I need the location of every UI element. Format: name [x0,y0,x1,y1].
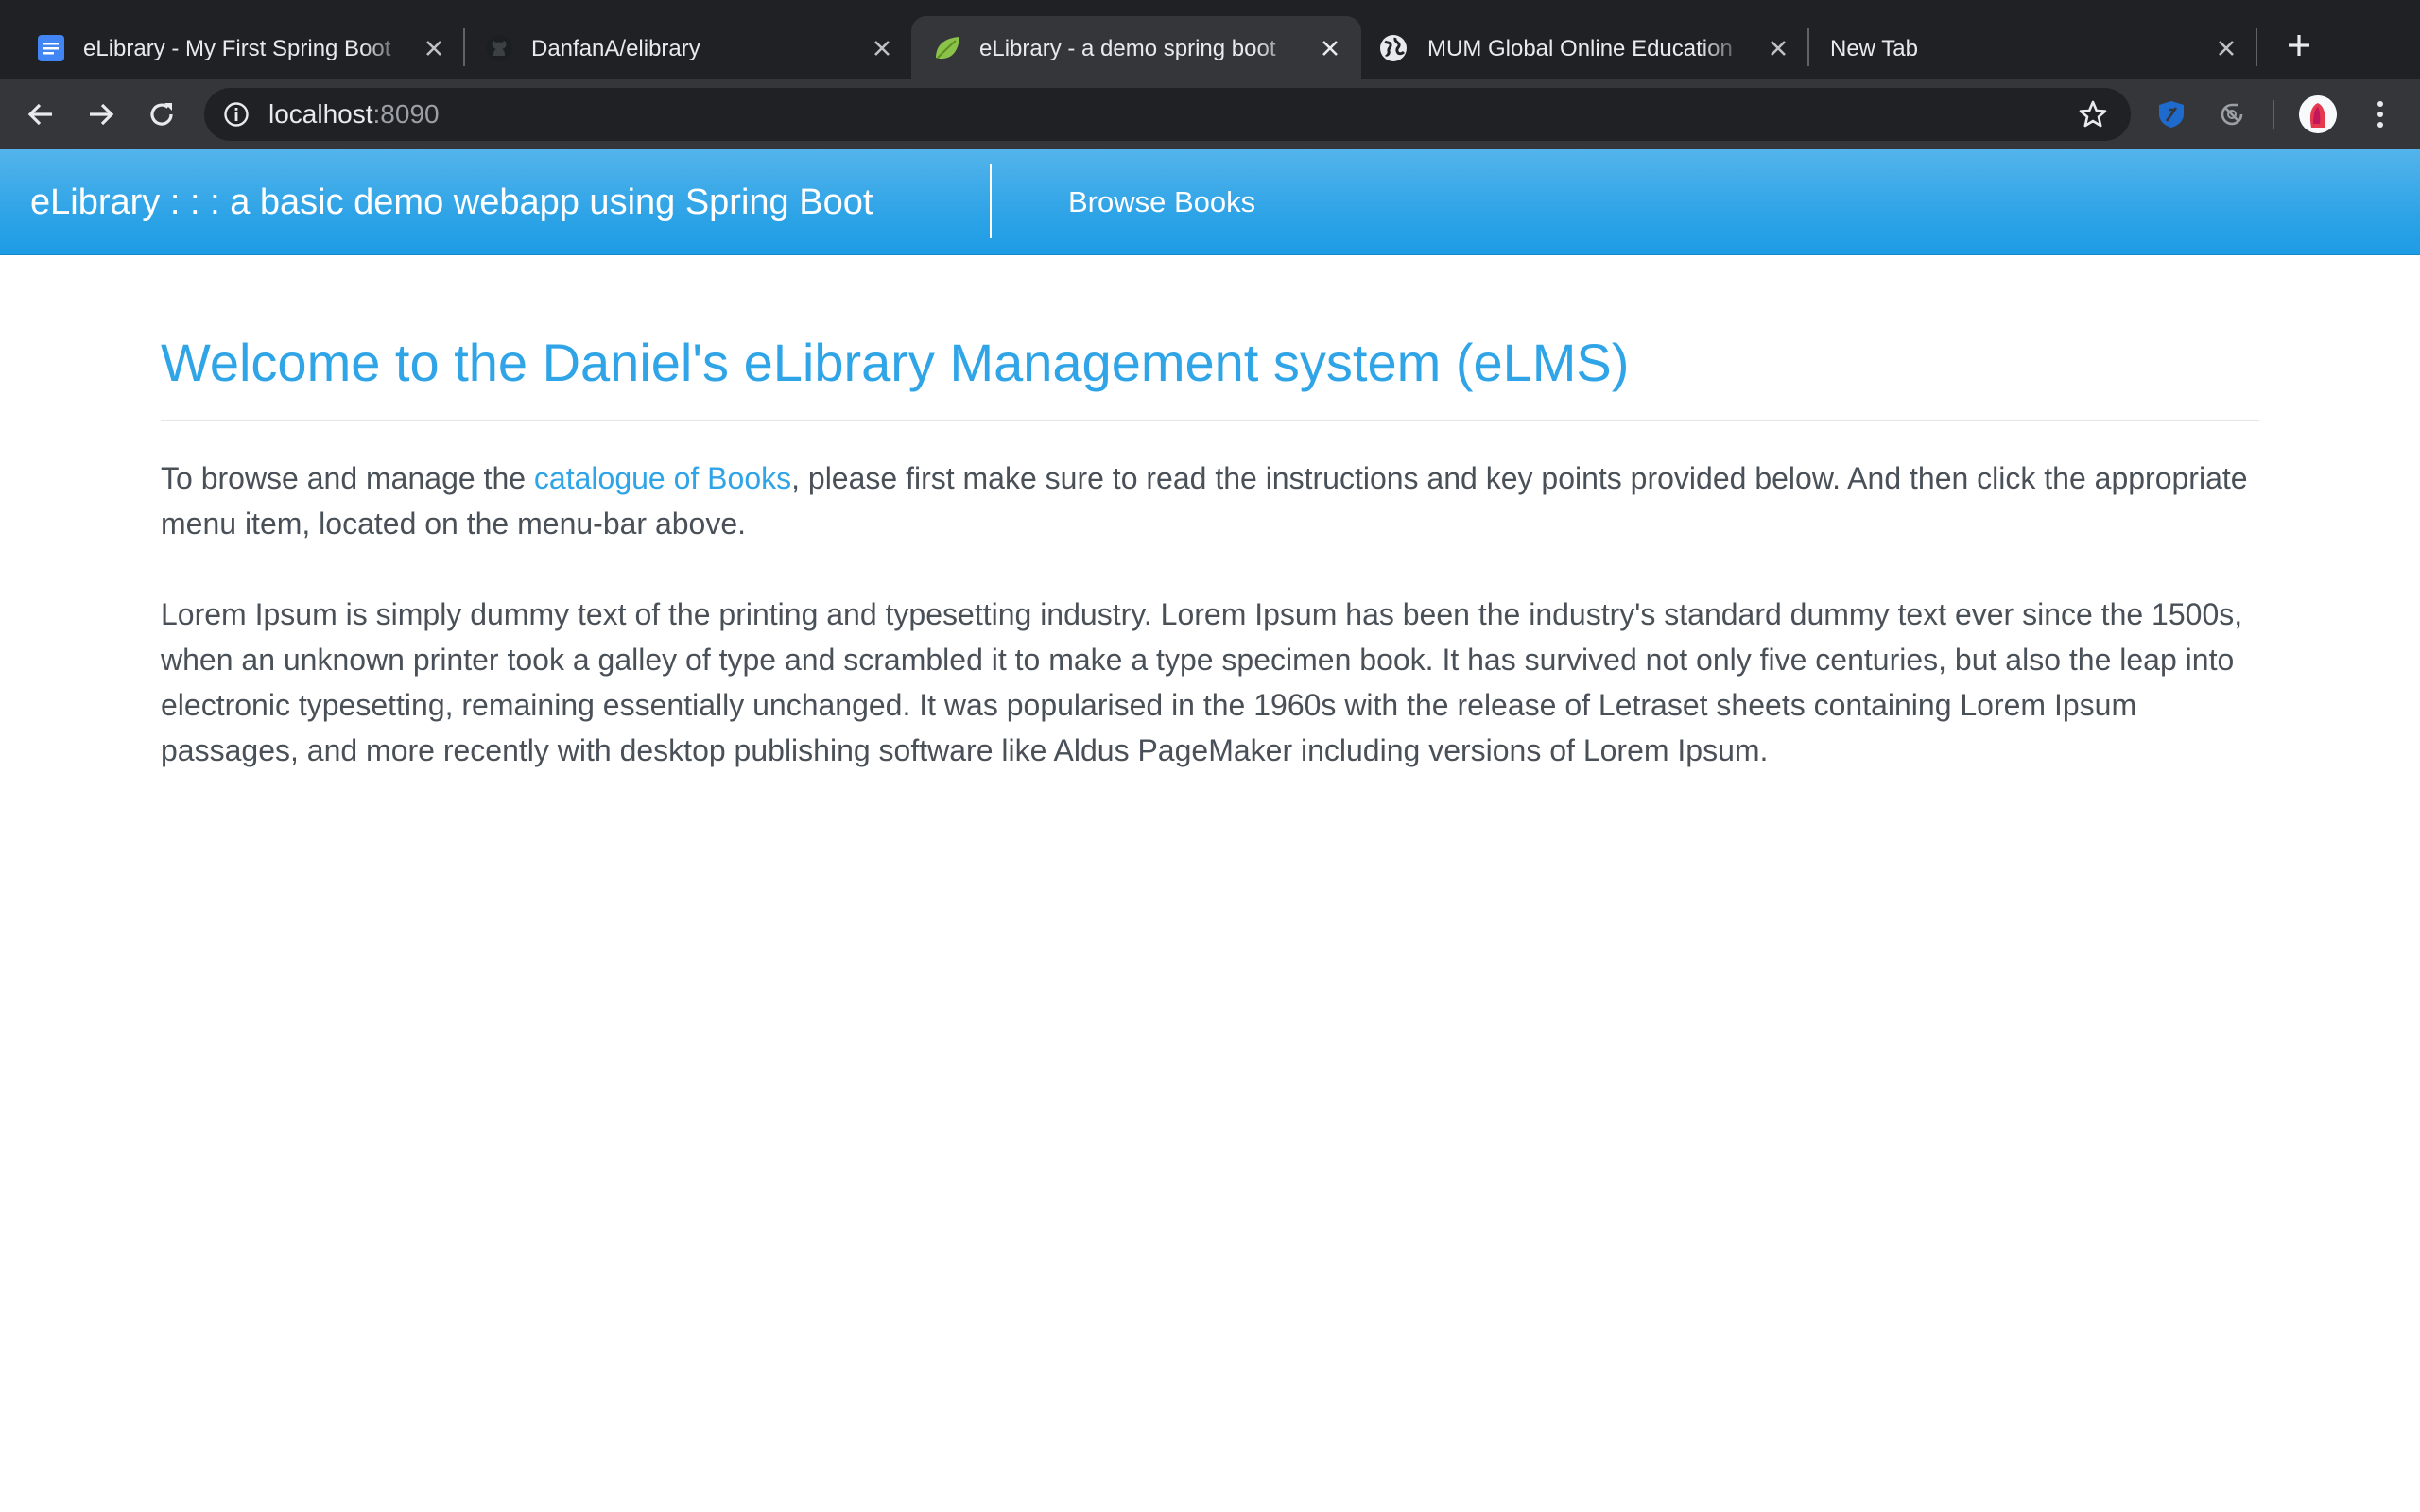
close-icon[interactable] [2212,34,2240,62]
spring-leaf-icon [932,33,962,63]
tab-strip: eLibrary - My First Spring Boot DanfanA/… [0,0,2420,79]
github-icon [484,33,514,63]
shield-extension-icon[interactable] [2153,96,2189,132]
url-port: :8090 [372,99,440,129]
menu-dot-icon [2377,112,2383,117]
tab-title: eLibrary - My First Spring Boot [83,36,391,61]
catalogue-link[interactable]: catalogue of Books [534,461,791,495]
site-brand[interactable]: eLibrary : : : a basic demo webapp using… [30,181,873,223]
tab-elibrary-docs[interactable]: eLibrary - My First Spring Boot [0,16,463,79]
tab-github[interactable]: DanfanA/elibrary [465,16,911,79]
site-navbar: eLibrary : : : a basic demo webapp using… [0,149,2420,255]
sync-disabled-extension-icon[interactable] [2214,96,2250,132]
lorem-paragraph: Lorem Ipsum is simply dummy text of the … [161,597,2243,767]
arrow-right-icon [90,103,114,126]
address-bar[interactable]: localhost:8090 [204,88,2131,141]
url-host: localhost [268,99,373,129]
toolbar-separator [2273,100,2274,129]
tab-title: MUM Global Online Education [1427,36,1733,61]
bookmark-star-icon[interactable] [2078,99,2108,129]
tab-new-tab[interactable]: New Tab [1809,16,2254,79]
reload-icon [150,103,173,126]
browser-menu-button[interactable] [2363,95,2397,133]
url-text[interactable]: localhost:8090 [268,99,440,129]
new-tab-button[interactable] [2280,26,2318,64]
tab-title: New Tab [1830,36,1918,61]
tab-separator [2256,28,2257,66]
profile-avatar[interactable] [2299,95,2337,133]
close-icon[interactable] [420,34,448,62]
close-icon[interactable] [1764,34,1792,62]
close-icon[interactable] [1316,34,1344,62]
info-icon[interactable] [223,101,250,128]
title-divider [161,420,2259,421]
avatar-icon [2299,95,2337,133]
tab-title: DanfanA/elibrary [531,36,700,61]
tab-mum-education[interactable]: MUM Global Online Education [1361,16,1807,79]
menu-dot-icon [2377,122,2383,128]
tab-title: eLibrary - a demo spring boot [979,36,1276,61]
nav-browse-books[interactable]: Browse Books [1068,185,1255,219]
main-content: Welcome to the Daniel's eLibrary Managem… [161,255,2259,773]
intro-text-before: To browse and manage the [161,461,534,495]
globe-icon [1378,33,1409,63]
browser-toolbar: localhost:8090 [0,79,2420,149]
plus-icon [2289,35,2309,56]
arrow-left-icon [27,103,52,126]
close-icon[interactable] [868,34,896,62]
back-button[interactable] [21,94,60,134]
google-docs-icon [36,33,66,63]
navbar-divider [990,164,992,238]
page-title: Welcome to the Daniel's eLibrary Managem… [161,333,1630,392]
menu-dot-icon [2377,101,2383,107]
intro-paragraph: To browse and manage the catalogue of Bo… [161,455,2259,546]
forward-button[interactable] [81,94,121,134]
reload-button[interactable] [142,94,182,134]
tab-elibrary-demo[interactable]: eLibrary - a demo spring boot [911,16,1361,79]
